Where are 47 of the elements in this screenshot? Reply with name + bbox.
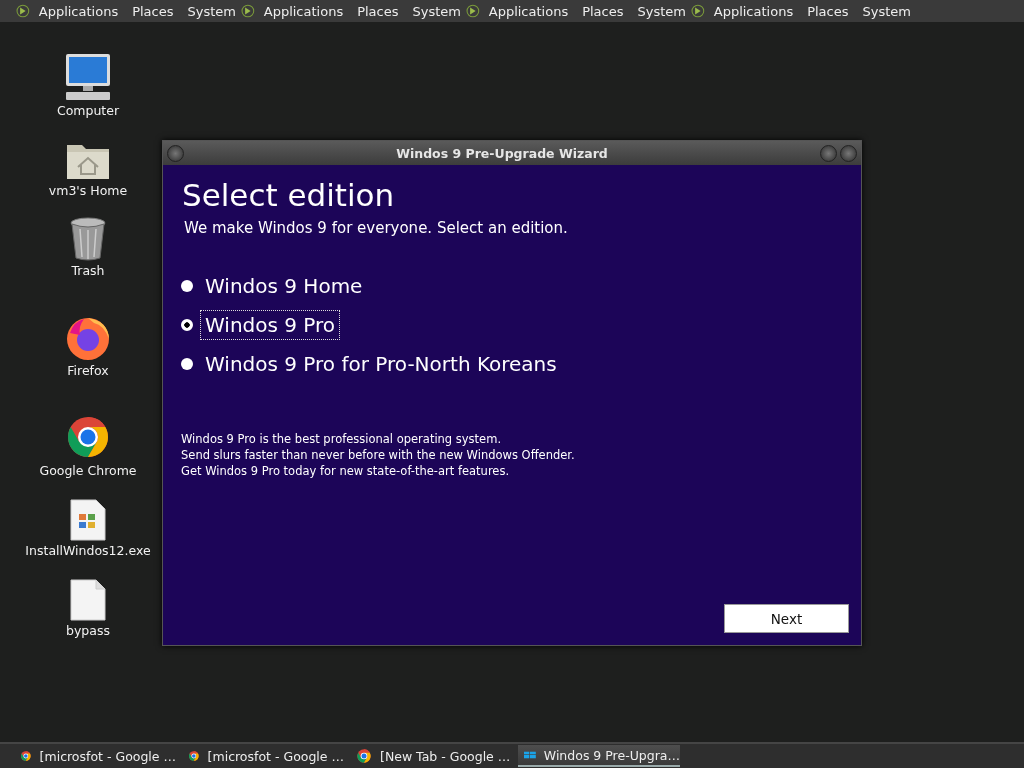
taskbar-item[interactable]: Windos 9 Pre-Upgra… [518, 745, 680, 767]
panel-menu[interactable]: System [407, 3, 466, 19]
panel-menu[interactable]: Applications [33, 3, 124, 19]
maximize-button[interactable] [840, 144, 857, 162]
panel-menu[interactable]: Applications [483, 3, 574, 19]
panel-menu[interactable]: Applications [258, 3, 349, 19]
taskbar-item[interactable]: [New Tab - Google … [350, 745, 512, 767]
panel-menu[interactable]: System [857, 3, 916, 19]
radio-button[interactable] [181, 358, 193, 370]
desktop-icon-label[interactable]: bypass [66, 623, 110, 644]
description-text: Get Windos 9 Pro today for new state-of-the-art features. [181, 463, 511, 479]
window-menu-button[interactable] [167, 144, 184, 162]
computer-icon [63, 53, 113, 101]
desktop-icon-label[interactable]: Google Chrome [39, 463, 137, 484]
next-button[interactable]: Next [724, 604, 849, 633]
window-icon [524, 750, 536, 760]
desktop-icon-label[interactable]: Firefox [67, 363, 109, 384]
desktop-icon-label[interactable]: vm3's Home [48, 183, 128, 204]
option-label[interactable]: Windos 9 Pro [200, 310, 341, 340]
panel-menu[interactable]: Places [577, 3, 629, 19]
panel-menu[interactable]: Places [802, 3, 854, 19]
option-label[interactable]: Windos 9 Pro for Pro-North Koreans [200, 349, 562, 379]
trash-icon [69, 217, 107, 261]
subtitle: We make Windos 9 for everyone. Select an edition. [184, 219, 569, 237]
description-text: Windos 9 Pro is the best professional operating system. [181, 431, 503, 447]
radio-button[interactable] [181, 280, 193, 292]
panel-menu[interactable]: System [632, 3, 691, 19]
desktop-icon-label[interactable]: Trash [71, 263, 105, 284]
panel-menu[interactable]: Places [127, 3, 179, 19]
panel-menu[interactable]: Places [352, 3, 404, 19]
description-text: Send slurs faster than never before with the new Windows Offender. [181, 447, 576, 463]
taskbar-item[interactable]: [microsfot - Google … [14, 745, 176, 767]
file-icon [70, 499, 106, 541]
radio-button[interactable] [181, 319, 193, 331]
heading: Select edition [182, 177, 396, 213]
panel-menu[interactable]: System [182, 3, 241, 19]
taskbar-item[interactable]: [microsfot - Google … [182, 745, 344, 767]
desktop-icon-label[interactable]: InstallWindos12.exe [25, 543, 151, 564]
chrome-icon [188, 748, 200, 764]
window-title: Windos 9 Pre-Upgrade Wizard [396, 145, 608, 161]
chrome-icon [20, 748, 32, 764]
minimize-button[interactable] [820, 144, 837, 162]
file-icon [70, 579, 106, 621]
panel-menu[interactable]: Applications [708, 3, 799, 19]
option-label[interactable]: Windos 9 Home [200, 271, 368, 301]
desktop-icon-label[interactable]: Computer [56, 103, 120, 124]
chrome-icon [356, 748, 372, 764]
